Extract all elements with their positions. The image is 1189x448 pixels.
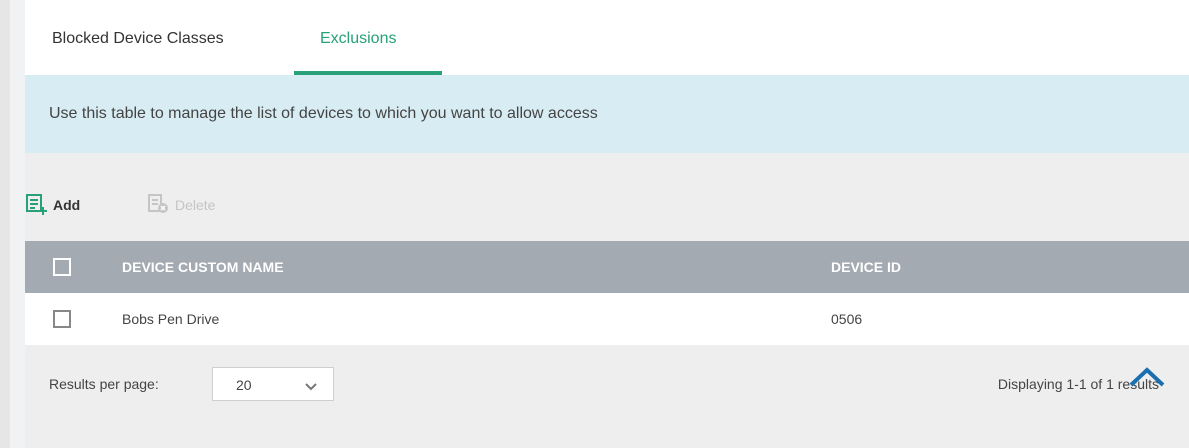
table-header: DEVICE CUSTOM NAME DEVICE ID	[25, 241, 1189, 293]
add-button-label: Add	[53, 197, 81, 213]
delete-button-label: Delete	[175, 197, 216, 213]
results-per-page-label: Results per page:	[49, 376, 159, 392]
chevron-down-icon	[305, 379, 317, 397]
add-button[interactable]: Add	[25, 193, 80, 217]
tab-bar: Blocked Device Classes Exclusions	[25, 0, 1189, 75]
select-all-checkbox[interactable]	[53, 258, 71, 276]
toolbar: Add Delete	[25, 168, 1189, 241]
column-header-device-custom-name[interactable]: DEVICE CUSTOM NAME	[122, 259, 284, 275]
scroll-top-icon[interactable]	[1128, 366, 1166, 393]
column-header-device-id[interactable]: DEVICE ID	[831, 259, 901, 275]
results-per-page-value: 20	[236, 377, 252, 393]
info-banner: Use this table to manage the list of dev…	[25, 75, 1189, 153]
delete-button[interactable]: Delete	[147, 193, 215, 217]
add-list-icon	[25, 193, 53, 218]
tab-exclusions[interactable]: Exclusions	[320, 30, 396, 48]
left-edge-bar	[0, 0, 10, 448]
device-custom-name-cell: Bobs Pen Drive	[122, 311, 220, 327]
table-footer: Results per page: 20 Displaying 1-1 of 1…	[25, 345, 1189, 448]
info-banner-text: Use this table to manage the list of dev…	[49, 105, 598, 122]
table-row[interactable]: Bobs Pen Drive 0506	[25, 293, 1189, 345]
exclusions-panel: Blocked Device Classes Exclusions Use th…	[25, 0, 1189, 448]
results-per-page-select[interactable]: 20	[212, 367, 334, 401]
tab-blocked-device-classes[interactable]: Blocked Device Classes	[52, 30, 224, 48]
row-checkbox[interactable]	[53, 310, 71, 328]
delete-list-icon	[147, 193, 175, 218]
device-id-cell: 0506	[831, 311, 863, 327]
